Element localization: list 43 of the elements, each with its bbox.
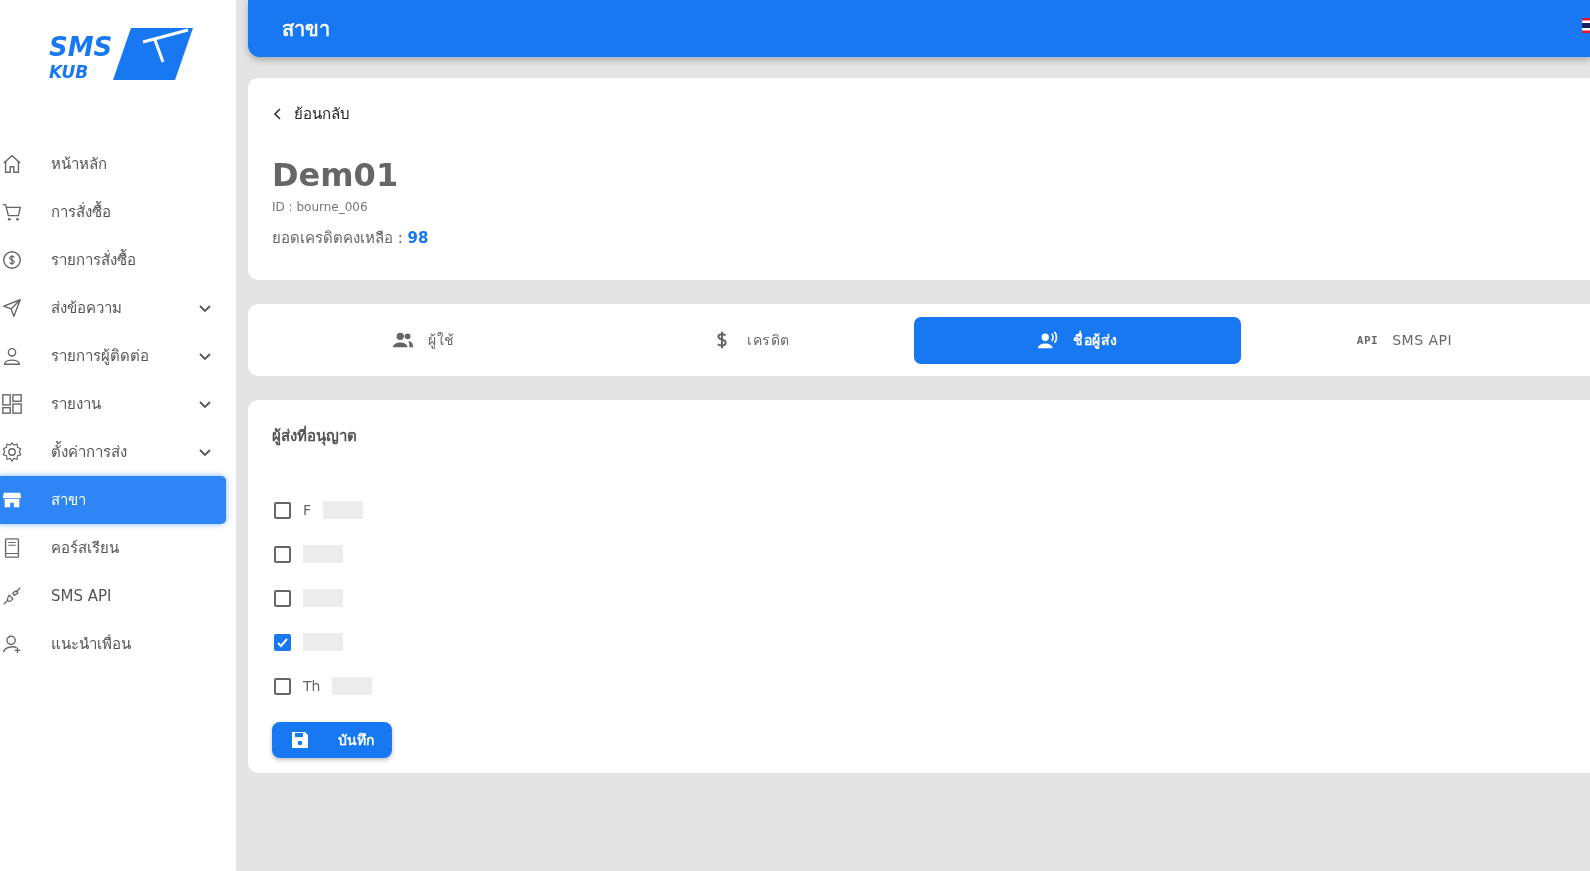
grid-icon	[1, 393, 23, 415]
tab[interactable]: เครดิต	[587, 316, 914, 364]
page-title: สาขา	[282, 15, 330, 43]
sidebar-item[interactable]: แนะนำเพื่อน	[0, 620, 226, 668]
sidebar-item[interactable]: SMS API	[0, 572, 226, 620]
sender-name: Th	[303, 678, 321, 694]
plug-icon	[1, 585, 23, 607]
chevron-left-icon	[272, 108, 284, 120]
branch-id: ID : bourne_006	[272, 200, 369, 214]
sidebar-item[interactable]: หน้าหลัก	[0, 140, 226, 188]
sidebar-item[interactable]: คอร์สเรียน	[0, 524, 226, 572]
tab[interactable]: ผู้ใช้	[260, 316, 587, 364]
cart-icon	[1, 201, 23, 223]
sidebar-item[interactable]: ตั้งค่าการส่ง	[0, 428, 226, 476]
flag-icon[interactable]	[1582, 18, 1590, 33]
credit-balance: ยอดเครดิตคงเหลือ : 98	[272, 228, 430, 249]
send-icon	[1, 297, 23, 319]
branch-name: Dem01	[272, 156, 400, 194]
sidebar-item[interactable]: รายงาน	[0, 380, 226, 428]
sidebar-item[interactable]: การสั่งซื้อ	[0, 188, 226, 236]
sidebar-item[interactable]: รายการสั่งซื้อ	[0, 236, 226, 284]
checkbox[interactable]	[274, 545, 291, 563]
save-button[interactable]: บันทึก	[272, 722, 392, 758]
tab[interactable]: API SMS API	[1241, 316, 1568, 364]
back-link[interactable]: ย้อนกลับ	[272, 102, 350, 126]
logo: SMS KUB	[43, 20, 193, 84]
sidebar-item[interactable]: ส่งข้อความ	[0, 284, 226, 332]
section-title: ผู้ส่งที่อนุญาต	[272, 424, 358, 448]
person-icon	[1, 345, 23, 367]
coin-icon	[1, 249, 23, 271]
sender-name: F	[303, 502, 312, 518]
add-person-icon	[1, 633, 23, 655]
checkbox[interactable]	[274, 633, 291, 651]
checkbox[interactable]	[274, 501, 291, 519]
settings-icon	[1, 441, 23, 463]
checkbox[interactable]	[274, 677, 291, 695]
checkbox[interactable]	[274, 589, 291, 607]
tab[interactable]: ชื่อผู้ส่ง	[914, 316, 1241, 364]
speaking-person-icon	[1037, 329, 1060, 351]
sidebar-item[interactable]: รายการผู้ติดต่อ	[0, 332, 226, 380]
save-icon	[290, 730, 310, 750]
home-icon	[1, 153, 23, 175]
sidebar-item[interactable]: สาขา	[0, 476, 226, 524]
